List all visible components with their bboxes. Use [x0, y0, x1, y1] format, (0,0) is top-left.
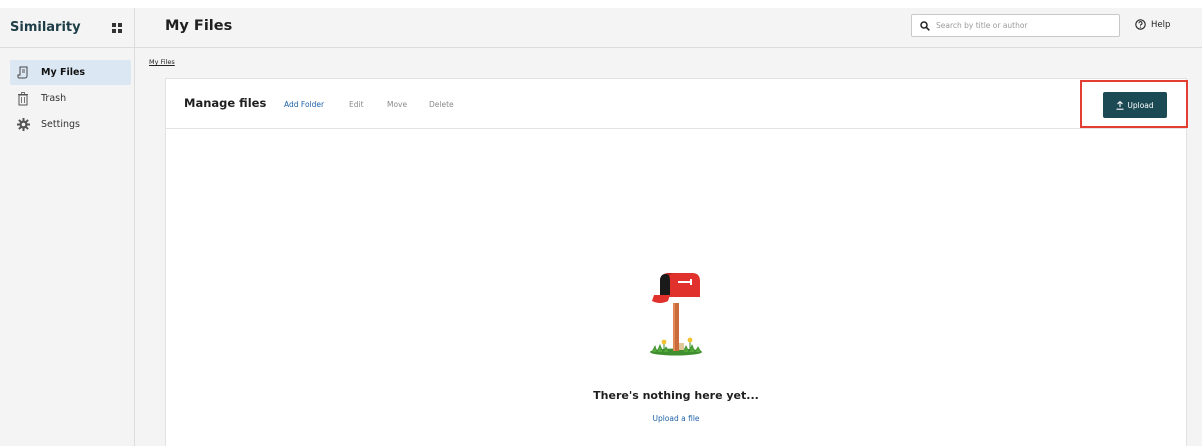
move-button[interactable]: Move	[387, 100, 407, 109]
sidebar-item-label: Settings	[41, 119, 80, 130]
panel-header: Manage files Add Folder Edit Move Delete…	[166, 79, 1188, 129]
upload-label: Upload	[1127, 100, 1154, 110]
upload-icon	[1116, 100, 1124, 110]
breadcrumb[interactable]: My Files	[149, 58, 175, 66]
gear-icon	[15, 117, 31, 133]
sidebar-item-trash[interactable]: Trash	[10, 86, 131, 111]
manage-files-panel: Manage files Add Folder Edit Move Delete…	[165, 78, 1188, 446]
edit-button[interactable]: Edit	[349, 100, 364, 109]
help-button[interactable]: Help	[1135, 19, 1170, 30]
trash-icon	[15, 91, 31, 107]
main-area: My Files Help	[135, 8, 1202, 446]
brand-row: Similarity	[0, 8, 134, 48]
help-circle-icon	[1135, 19, 1146, 30]
help-label: Help	[1151, 19, 1171, 30]
app-window: Similarity My Files Trash Settings My Fi…	[0, 8, 1202, 446]
upload-button[interactable]: Upload	[1103, 92, 1167, 118]
page-title: My Files	[165, 18, 233, 34]
apps-grid-icon[interactable]	[112, 22, 122, 33]
search-icon	[920, 20, 930, 31]
search-input[interactable]	[936, 21, 1106, 30]
add-folder-button[interactable]: Add Folder	[284, 100, 324, 109]
sidebar-nav: My Files Trash Settings	[0, 48, 134, 137]
delete-button[interactable]: Delete	[429, 100, 454, 109]
sidebar-item-label: My Files	[41, 67, 86, 78]
upload-file-link[interactable]: Upload a file	[166, 414, 1186, 423]
empty-state-title: There's nothing here yet...	[593, 389, 759, 402]
sidebar-item-label: Trash	[41, 93, 67, 104]
brand-name: Similarity	[10, 20, 81, 35]
sidebar-item-settings[interactable]: Settings	[10, 112, 131, 137]
document-icon	[15, 65, 31, 81]
sidebar-item-my-files[interactable]: My Files	[10, 60, 131, 85]
mailbox-illustration-icon	[646, 271, 706, 365]
top-bar: My Files Help	[135, 8, 1202, 48]
sidebar: Similarity My Files Trash Settings	[0, 8, 135, 446]
search-box[interactable]	[911, 14, 1120, 37]
panel-title: Manage files	[184, 96, 267, 110]
